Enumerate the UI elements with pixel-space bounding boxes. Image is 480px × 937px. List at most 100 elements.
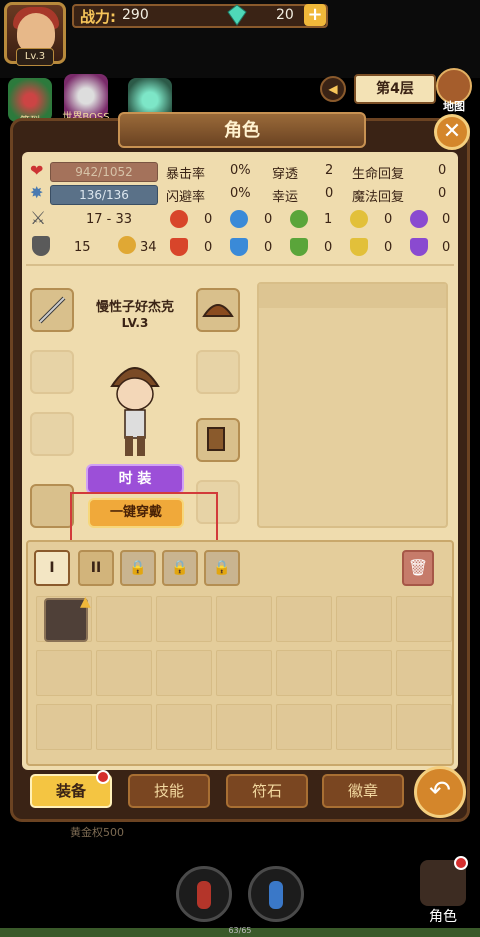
helmet-icon: [202, 304, 234, 317]
inventory-cell[interactable]: [156, 596, 212, 642]
magic-value: 34: [140, 240, 157, 255]
close-button[interactable]: ✕: [434, 114, 470, 150]
mp-regen-value: 0: [438, 186, 447, 201]
hp-potion-button[interactable]: [176, 866, 232, 922]
gloves-slot[interactable]: [30, 412, 74, 456]
mp-potion-button[interactable]: [248, 866, 304, 922]
inventory-cell[interactable]: [276, 596, 332, 642]
inventory-cell[interactable]: [96, 704, 152, 750]
inventory-cell[interactable]: [216, 596, 272, 642]
stats-divider: [26, 264, 454, 266]
panel-title: 角色: [224, 120, 260, 141]
crit-label: 暴击率: [166, 167, 206, 182]
wood-resist-value: 0: [324, 240, 333, 255]
gauntlet-icon: [207, 427, 225, 451]
dark-resist-icon: [410, 238, 428, 256]
thunder-resist-icon: [350, 238, 368, 256]
character-label: 角色: [429, 909, 457, 925]
hp-bar: 942/1052: [50, 162, 158, 182]
inventory-cell[interactable]: [336, 650, 392, 696]
gem-count: 20: [276, 7, 294, 23]
preview-header: [259, 284, 446, 308]
inventory-cell[interactable]: [336, 704, 392, 750]
inventory-cell[interactable]: [36, 704, 92, 750]
dark-attack-value: 0: [442, 212, 451, 227]
inventory-cell[interactable]: [396, 704, 452, 750]
hp-regen-value: 0: [438, 163, 447, 178]
water-resist-value: 0: [264, 240, 273, 255]
water-resist-icon: [230, 238, 248, 256]
bracer-slot[interactable]: [196, 418, 240, 462]
fire-resist-icon: [170, 238, 188, 256]
dark-resist-value: 0: [442, 240, 451, 255]
magic-icon: [118, 236, 136, 254]
thunder-attack-value: 0: [384, 212, 393, 227]
luck-label: 幸运: [272, 190, 299, 205]
inventory-cell[interactable]: [336, 596, 392, 642]
hp-regen-label: 生命回复: [352, 167, 405, 182]
highlight-box: [70, 492, 218, 546]
thunder-attack-icon: [350, 210, 368, 228]
pierce-label: 穿透: [272, 167, 299, 182]
luck-value: 0: [325, 186, 334, 201]
dodge-label: 闪避率: [166, 190, 206, 205]
trash-icon[interactable]: 🗑: [402, 550, 434, 586]
fire-attack-icon: [170, 210, 188, 228]
water-attack-value: 0: [264, 212, 273, 227]
inventory-tab-1[interactable]: I: [34, 550, 70, 586]
player-level: Lv.3: [16, 48, 54, 66]
back-button[interactable]: ↶: [414, 766, 466, 818]
character-notification-dot: [454, 856, 468, 870]
inventory-cell[interactable]: [156, 650, 212, 696]
inventory-cell[interactable]: [396, 650, 452, 696]
inventory-tab-locked-3[interactable]: 🔒: [120, 550, 156, 586]
upgrade-arrow-icon: ▲: [80, 594, 91, 610]
inventory-cell[interactable]: [396, 596, 452, 642]
map-label[interactable]: 地图: [436, 98, 472, 114]
inventory-cell[interactable]: [276, 704, 332, 750]
inventory-cell[interactable]: [96, 596, 152, 642]
hero-character: [110, 367, 160, 456]
mp-bar: 136/136: [50, 185, 158, 205]
dodge-value: 0%: [230, 186, 251, 201]
helmet-slot[interactable]: [196, 288, 240, 332]
wood-attack-value: 1: [324, 212, 333, 227]
tab-runes[interactable]: 符石: [226, 774, 308, 808]
shield-icon: [32, 236, 50, 256]
floor-indicator: 第4层: [354, 74, 436, 104]
armor-slot[interactable]: [30, 350, 74, 394]
pierce-value: 2: [325, 163, 334, 178]
inventory-cell[interactable]: [276, 650, 332, 696]
inventory-cell[interactable]: [156, 704, 212, 750]
tab-badges[interactable]: 徽章: [322, 774, 404, 808]
crit-value: 0%: [230, 163, 251, 178]
hero-level: LV.3: [121, 316, 149, 330]
inventory-cell[interactable]: [216, 704, 272, 750]
attack-value: 17 - 33: [86, 212, 133, 227]
inventory-tab-locked-4[interactable]: 🔒: [162, 550, 198, 586]
inventory-tab-locked-5[interactable]: 🔒: [204, 550, 240, 586]
hero-name: 慢性子好杰克: [95, 300, 174, 315]
fashion-button[interactable]: 时 装: [86, 464, 184, 494]
inventory-cell[interactable]: [36, 650, 92, 696]
sword-icon: [38, 296, 66, 324]
pants-slot[interactable]: [196, 350, 240, 394]
exp-text: 63/65: [228, 926, 252, 935]
heart-icon: ❤: [30, 161, 44, 180]
tab-skills[interactable]: 技能: [128, 774, 210, 808]
power-label: 战力:: [80, 8, 116, 26]
add-gem-button[interactable]: +: [304, 4, 326, 26]
inventory-cell[interactable]: [216, 650, 272, 696]
speaker-icon[interactable]: ◀: [320, 76, 346, 102]
swords-icon: ⚔: [30, 208, 47, 229]
notification-dot: [96, 770, 110, 784]
power-value: 290: [122, 7, 149, 23]
weapon-slot[interactable]: [30, 288, 74, 332]
wood-resist-icon: [290, 238, 308, 256]
boots-slot[interactable]: [30, 484, 74, 528]
inventory-cell[interactable]: [96, 650, 152, 696]
fire-resist-value: 0: [204, 240, 213, 255]
inventory-tab-2[interactable]: II: [78, 550, 114, 586]
fire-attack-value: 0: [204, 212, 213, 227]
water-attack-icon: [230, 210, 248, 228]
